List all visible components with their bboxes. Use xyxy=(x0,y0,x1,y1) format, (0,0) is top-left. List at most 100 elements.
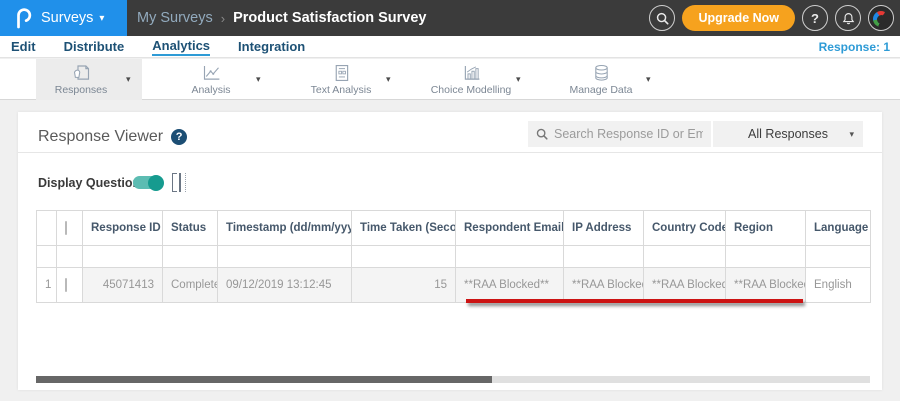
col-label: Response ID xyxy=(91,222,161,234)
surveys-menu[interactable]: Surveys ▾ xyxy=(41,10,104,26)
responses-table-wrap: Response ID▾ Status Timestamp (dd/mm/yyy… xyxy=(36,210,871,303)
responses-icon xyxy=(73,64,89,80)
surveys-menu-label: Surveys xyxy=(41,10,94,26)
toolbar-item-analysis[interactable]: Analysis ▾ xyxy=(166,59,272,100)
toolbar-item-label: Responses xyxy=(54,83,108,96)
header-row: Response ID▾ Status Timestamp (dd/mm/yyy… xyxy=(36,210,871,246)
col-timestamp[interactable]: Timestamp (dd/mm/yyyy)⇅ xyxy=(217,210,352,246)
col-label: Region xyxy=(734,222,773,234)
cell-response-id[interactable]: 45071413 xyxy=(82,267,163,303)
chevron-down-icon: ▾ xyxy=(849,128,854,139)
filter-cell[interactable] xyxy=(725,245,806,268)
col-label: IP Address xyxy=(572,222,632,234)
col-status[interactable]: Status xyxy=(162,210,218,246)
freeze-columns-icon[interactable] xyxy=(172,173,189,192)
filter-cell[interactable] xyxy=(563,245,644,268)
horizontal-scrollbar-track[interactable] xyxy=(36,376,870,383)
horizontal-scrollbar-thumb[interactable] xyxy=(36,376,492,383)
responses-table: Response ID▾ Status Timestamp (dd/mm/yyy… xyxy=(36,210,871,303)
text-analysis-icon xyxy=(335,64,348,81)
select-all-cell xyxy=(56,210,83,246)
col-label: Timestamp (dd/mm/yyyy) xyxy=(226,222,352,234)
breadcrumb-separator: › xyxy=(220,10,226,26)
toggle-knob xyxy=(148,174,164,191)
cell-region: **RAA Blocked** xyxy=(725,267,806,303)
chevron-down-icon[interactable]: ▾ xyxy=(386,74,402,85)
chevron-down-icon[interactable]: ▾ xyxy=(126,74,142,85)
col-response-id[interactable]: Response ID▾ xyxy=(82,210,163,246)
display-questions-toggle[interactable] xyxy=(133,174,164,191)
responses-filter-dropdown[interactable]: All Responses ▾ xyxy=(713,121,863,147)
manage-data-icon xyxy=(594,64,608,81)
tab-integration[interactable]: Integration xyxy=(238,39,305,55)
toolbar-item-text-analysis[interactable]: Text Analysis ▾ xyxy=(296,59,402,100)
response-search xyxy=(528,121,711,147)
col-country-code[interactable]: Country Code xyxy=(643,210,726,246)
cell-ip-address: **RAA Blocked** xyxy=(563,267,644,303)
survey-nav: Edit Distribute Analytics Integration Re… xyxy=(0,36,900,58)
search-icon xyxy=(656,12,669,25)
tab-edit[interactable]: Edit xyxy=(11,39,36,55)
chevron-down-icon[interactable]: ▾ xyxy=(646,74,662,85)
filter-cell xyxy=(56,245,83,268)
tab-distribute[interactable]: Distribute xyxy=(64,39,125,55)
filter-cell[interactable] xyxy=(162,245,218,268)
search-input[interactable] xyxy=(554,127,703,141)
question-mark-icon: ? xyxy=(811,10,819,26)
col-language[interactable]: Language xyxy=(805,210,871,246)
breadcrumb-my-surveys[interactable]: My Surveys xyxy=(137,10,213,26)
col-ip-address[interactable]: IP Address xyxy=(563,210,644,246)
filter-cell[interactable] xyxy=(217,245,352,268)
cell-country-code: **RAA Blocked** xyxy=(643,267,726,303)
search-icon xyxy=(536,128,548,140)
analysis-icon xyxy=(203,65,219,80)
filter-cell xyxy=(36,245,57,268)
top-bar: Surveys ▾ My Surveys › Product Satisfact… xyxy=(0,0,900,36)
filter-cell[interactable] xyxy=(82,245,163,268)
col-label: Status xyxy=(171,222,207,234)
chevron-down-icon: ▾ xyxy=(99,12,105,24)
notifications-button[interactable] xyxy=(835,5,861,31)
chevron-down-icon[interactable]: ▾ xyxy=(516,74,532,85)
section-title: Response Viewer ? xyxy=(38,128,188,146)
tab-analytics[interactable]: Analytics xyxy=(152,38,211,56)
divider xyxy=(18,152,882,153)
col-time-taken[interactable]: Time Taken (Seconds)⇅ xyxy=(351,210,456,246)
toolbar-item-label: Analysis xyxy=(191,83,231,96)
row-number-header xyxy=(36,210,57,246)
col-label: Time Taken (Seconds) xyxy=(360,222,455,234)
filter-cell[interactable] xyxy=(643,245,726,268)
section-title-text: Response Viewer xyxy=(38,128,164,145)
table-row[interactable]: 1 45071413 Completed 09/12/2019 13:12:45… xyxy=(36,267,871,303)
questionpro-logo-icon[interactable] xyxy=(14,7,32,29)
filter-cell[interactable] xyxy=(805,245,871,268)
filter-cell[interactable] xyxy=(455,245,564,268)
select-all-checkbox[interactable] xyxy=(65,221,67,235)
help-badge[interactable]: ? xyxy=(171,129,188,145)
response-viewer-panel: Response Viewer ? All Responses ▾ Displa… xyxy=(18,112,882,390)
toolbar-item-choice-modelling[interactable]: Choice Modelling ▾ xyxy=(426,59,532,100)
chevron-down-icon[interactable]: ▾ xyxy=(256,74,272,85)
brand-block: Surveys ▾ xyxy=(0,0,127,36)
col-respondent-email[interactable]: Respondent Email xyxy=(455,210,564,246)
row-checkbox[interactable] xyxy=(65,278,67,292)
col-label: Respondent Email xyxy=(464,222,564,234)
upgrade-now-button[interactable]: Upgrade Now xyxy=(682,5,795,31)
freeze-dots xyxy=(185,173,186,192)
cell-time-taken: 15 xyxy=(351,267,456,303)
toolbar-item-label: Text Analysis xyxy=(310,83,372,96)
col-region[interactable]: Region xyxy=(725,210,806,246)
topbar-actions: Upgrade Now ? xyxy=(649,5,900,31)
cell-respondent-email: **RAA Blocked** xyxy=(455,267,564,303)
filter-cell[interactable] xyxy=(351,245,456,268)
toolbar-item-responses[interactable]: Responses ▾ xyxy=(36,59,142,100)
cell-status: Completed xyxy=(162,267,218,303)
freeze-bracket xyxy=(172,173,177,192)
help-button[interactable]: ? xyxy=(802,5,828,31)
toolbar-item-manage-data[interactable]: Manage Data ▾ xyxy=(556,59,662,100)
choice-modelling-icon xyxy=(464,65,479,80)
user-avatar[interactable] xyxy=(868,5,894,31)
col-label: Language xyxy=(814,222,869,234)
freeze-bar xyxy=(179,173,181,192)
search-button[interactable] xyxy=(649,5,676,31)
